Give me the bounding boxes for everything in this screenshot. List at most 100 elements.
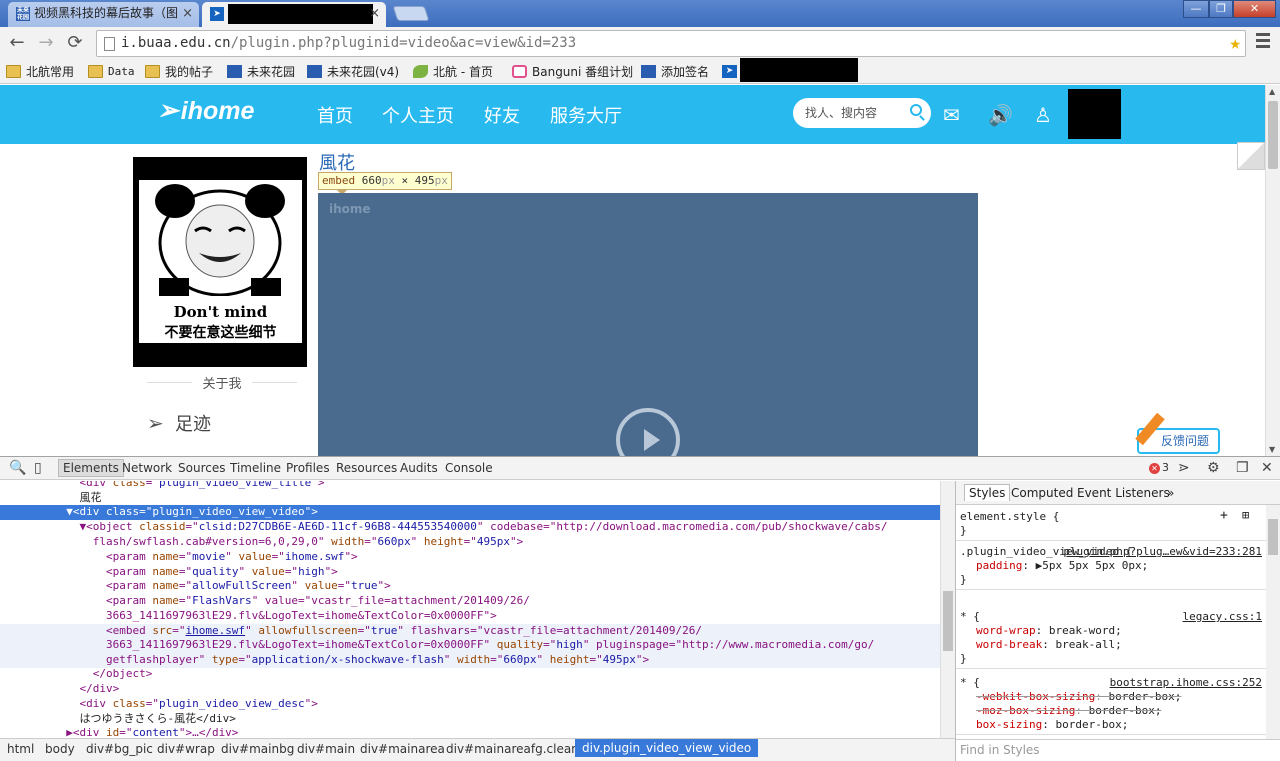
back-arrow-icon[interactable]: ← xyxy=(6,32,28,54)
drawer-toggle-icon[interactable]: ⋗ xyxy=(1178,460,1190,476)
reload-icon[interactable]: ⟳ xyxy=(64,32,86,54)
breadcrumb-item[interactable]: div.plugin_video_view_video xyxy=(575,739,759,757)
tab-computed[interactable]: Computed xyxy=(1011,486,1073,500)
bookmark-beihang-common[interactable]: 北航常用 xyxy=(6,63,74,81)
bookmark-redacted[interactable]: ➤ xyxy=(722,58,858,82)
minimize-button[interactable]: — xyxy=(1183,0,1209,18)
style-declaration[interactable]: box-sizing: border-box; xyxy=(960,718,1262,732)
style-declaration[interactable]: -moz-box-sizing: border-box; xyxy=(960,704,1262,718)
dom-node-line[interactable]: 3663_1411697963lE29.flv&LogoText=ihome&T… xyxy=(0,638,940,653)
style-declaration[interactable]: word-wrap: break-word; xyxy=(960,624,1262,638)
tab-video-story[interactable]: 未来 花园 视频黑科技的幕后故事（图 × xyxy=(8,2,199,27)
dom-node-line[interactable]: </object> xyxy=(0,667,940,682)
rule-source-link[interactable]: legacy.css:1 xyxy=(1183,610,1262,624)
footprint-link[interactable]: ➢ 足迹 xyxy=(147,410,211,436)
dom-node-line[interactable]: <embed src="ihome.swf" allowfullscreen="… xyxy=(0,624,940,639)
bookmark-beihang-home[interactable]: 北航 - 首页 xyxy=(413,63,493,81)
dom-node-line[interactable]: 3663_1411697963lE29.flv&LogoText=ihome&T… xyxy=(0,609,940,624)
scroll-down-icon[interactable]: ▼ xyxy=(1269,445,1275,454)
tab-close-icon[interactable]: × xyxy=(369,2,380,25)
bookmark-data[interactable]: Data xyxy=(88,63,135,81)
chrome-menu-icon[interactable] xyxy=(1256,33,1270,51)
dom-node-line[interactable]: getflashplayer" type="application/x-shoc… xyxy=(0,653,940,668)
dom-node-line[interactable]: <param name="movie" value="ihome.swf"> xyxy=(0,550,940,565)
rule-source-link[interactable]: bootstrap.ihome.css:252 xyxy=(1110,676,1262,690)
close-devtools-icon[interactable]: ✕ xyxy=(1261,460,1273,476)
dom-node-line[interactable]: <div class="plugin_video_view_title"> xyxy=(0,481,940,491)
tab-sources[interactable]: Sources xyxy=(178,461,225,475)
flash-video-player[interactable]: ihome xyxy=(318,193,978,456)
breadcrumb-item[interactable]: div#wrap xyxy=(157,742,215,756)
tab-resources[interactable]: Resources xyxy=(336,461,397,475)
maximize-button[interactable]: ❐ xyxy=(1209,0,1233,18)
breadcrumb-item[interactable]: div#mainbg xyxy=(221,742,294,756)
scroll-up-icon[interactable]: ▲ xyxy=(1269,87,1275,96)
device-mode-icon[interactable]: ▯ xyxy=(34,460,42,476)
page-corner-icon[interactable] xyxy=(1237,142,1265,170)
nav-friends[interactable]: 好友 xyxy=(484,102,520,128)
play-icon[interactable] xyxy=(616,408,680,456)
dom-node-line[interactable]: <param name="quality" value="high"> xyxy=(0,565,940,580)
close-window-button[interactable]: ✕ xyxy=(1233,0,1276,18)
breadcrumb-item[interactable]: body xyxy=(45,742,75,756)
style-declaration[interactable]: word-break: break-all; xyxy=(960,638,1262,652)
tab-profiles[interactable]: Profiles xyxy=(286,461,330,475)
bookmark-star-icon[interactable]: ★ xyxy=(1230,31,1241,56)
scrollbar-thumb[interactable] xyxy=(943,591,953,651)
tab-close-icon[interactable]: × xyxy=(182,2,193,25)
tab-styles[interactable]: Styles xyxy=(964,484,1011,501)
dock-side-icon[interactable]: ❐ xyxy=(1236,460,1249,476)
style-rule[interactable]: * {legacy.css:1 word-wrap: break-word; wor… xyxy=(956,608,1266,669)
dom-node-line[interactable]: <param name="FlashVars" value="vcastr_fi… xyxy=(0,594,940,609)
breadcrumb-item[interactable]: div#bg_pic xyxy=(86,742,153,756)
dom-node-line[interactable]: <param name="allowFullScreen" value="tru… xyxy=(0,579,940,594)
gear-icon[interactable]: ⚙ xyxy=(1207,460,1220,476)
mail-icon[interactable]: ✉ xyxy=(943,103,960,127)
bookmark-weilaihuayuan-v4[interactable]: 未来花园(v4) xyxy=(307,63,399,81)
breadcrumb-item[interactable]: div#mainarea xyxy=(360,742,445,756)
find-in-styles-input[interactable]: Find in Styles xyxy=(956,739,1280,761)
scrollbar-thumb[interactable] xyxy=(1268,519,1278,555)
style-declaration[interactable]: padding: ▶5px 5px 5px 0px; xyxy=(960,559,1262,573)
rule-source-link[interactable]: plugin.php?plug…ew&vid=233:281 xyxy=(1063,545,1262,559)
dom-node-line[interactable]: ▼<div class="plugin_video_view_video"> xyxy=(0,505,940,520)
bookmark-add-signature[interactable]: 添加签名 xyxy=(641,63,709,81)
tab-audits[interactable]: Audits xyxy=(400,461,438,475)
search-icon[interactable] xyxy=(910,104,922,116)
tab-console[interactable]: Console xyxy=(445,461,493,475)
tab-elements[interactable]: Elements xyxy=(58,459,124,477)
address-bar[interactable]: i.buaa.edu.cn/plugin.php?pluginid=video&… xyxy=(96,30,1246,57)
speaker-icon[interactable]: 🔊 xyxy=(988,103,1013,127)
style-rule[interactable]: .plugin_video_view_video {plugin.php?plu… xyxy=(956,543,1266,590)
nav-home[interactable]: 首页 xyxy=(317,102,353,128)
tab-event-listeners[interactable]: Event Listeners xyxy=(1077,486,1170,500)
breadcrumb-item[interactable]: div#main xyxy=(297,742,355,756)
style-rule[interactable]: * {bootstrap.ihome.css:252 -webkit-box-si… xyxy=(956,674,1266,735)
feedback-button[interactable]: 反馈问题 xyxy=(1135,412,1220,454)
inspect-search-icon[interactable]: 🔍 xyxy=(9,460,26,476)
bookmark-weilaihuayuan[interactable]: 未来花园 xyxy=(227,63,295,81)
breadcrumb-item[interactable]: html xyxy=(7,742,34,756)
nav-service-hall[interactable]: 服务大厅 xyxy=(550,102,622,128)
page-scrollbar[interactable]: ▲ ▼ xyxy=(1265,85,1280,456)
dom-node-line[interactable]: 風花 xyxy=(0,491,940,506)
forward-arrow-icon[interactable]: → xyxy=(35,32,57,54)
tab-timeline[interactable]: Timeline xyxy=(230,461,281,475)
site-search-input[interactable]: 找人、搜内容 xyxy=(793,98,931,128)
elements-tree[interactable]: <div class="plugin_video_view_title"> 風花… xyxy=(0,481,940,738)
dom-node-line[interactable]: はつゆうきさくら-風花</div> xyxy=(0,712,940,727)
user-avatar-redacted[interactable] xyxy=(1068,89,1121,139)
dom-node-line[interactable]: ▼<object classid="clsid:D27CDB6E-AE6D-11… xyxy=(0,520,940,535)
dom-node-line[interactable]: </div> xyxy=(0,682,940,697)
styles-scrollbar[interactable] xyxy=(1266,505,1280,761)
ihome-logo[interactable]: ➢ihome xyxy=(157,95,254,126)
scrollbar-thumb[interactable] xyxy=(1268,101,1278,169)
nav-profile[interactable]: 个人主页 xyxy=(382,102,454,128)
add-user-icon[interactable]: ♙ xyxy=(1034,103,1052,127)
error-count-badge[interactable]: ✕ 3 xyxy=(1149,461,1169,474)
dom-node-line[interactable]: flash/swflash.cab#version=6,0,29,0" widt… xyxy=(0,535,940,550)
style-rule[interactable]: element.style {} xyxy=(956,508,1266,541)
tab-network[interactable]: Network xyxy=(122,461,172,475)
dom-node-line[interactable]: <div class="plugin_video_view_desc"> xyxy=(0,697,940,712)
new-tab-button[interactable] xyxy=(392,6,430,21)
